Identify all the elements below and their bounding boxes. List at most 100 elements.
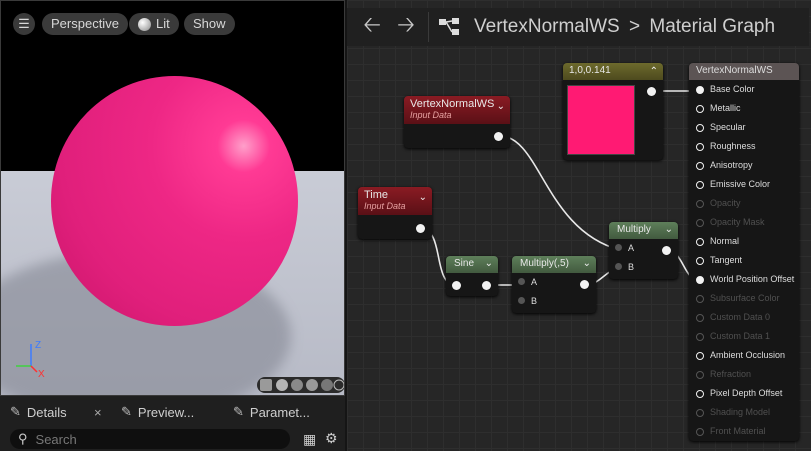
material-output-header[interactable]: VertexNormalWS [689,63,799,80]
vertex-normal-node-title: VertexNormalWS [410,98,495,110]
constant-output-pin[interactable] [647,87,656,96]
sine-node[interactable]: Sine ⌄ [446,256,498,296]
vertex-normal-node[interactable]: VertexNormalWS Input Data ⌄ [404,96,510,148]
back-button[interactable]: 🡠 [357,10,387,40]
output-pin[interactable] [696,218,704,227]
output-pin[interactable] [696,389,704,398]
output-pin-row[interactable]: Custom Data 1 [696,327,799,346]
output-pin[interactable] [696,351,704,360]
output-pin-label: Metallic [710,103,741,113]
output-pin-row[interactable]: Custom Data 0 [696,308,799,327]
output-pin-row[interactable]: Tangent [696,251,799,270]
output-pin[interactable] [696,180,704,189]
output-pin[interactable] [696,104,704,113]
constant-color-swatch [567,85,635,155]
multiply5-pin-b[interactable] [518,297,525,304]
multiply-pin-b[interactable] [615,263,622,270]
chevron-down-icon[interactable]: ⌄ [485,258,493,269]
output-pin[interactable] [696,332,704,341]
multiply-output-pin[interactable] [662,246,671,255]
constant-node[interactable]: 1,0,0.141 ⌃ [563,63,663,160]
output-pin[interactable] [696,294,704,303]
multiply-pin-b-row[interactable]: B [609,258,678,277]
material-output-title: VertexNormalWS [696,65,773,76]
output-pin-label: Pixel Depth Offset [710,388,783,398]
output-pin[interactable] [696,123,704,132]
forward-button[interactable]: 🡢 [391,10,421,40]
chevron-down-icon[interactable]: ⌄ [497,101,505,112]
output-pin-row[interactable]: Emissive Color [696,175,799,194]
chevron-down-icon[interactable]: ⌄ [665,224,673,235]
chevron-down-icon[interactable]: ⌄ [419,192,427,203]
output-pin-label: Opacity [710,198,741,208]
chevron-down-icon[interactable]: ⌄ [583,258,591,269]
output-pin[interactable] [696,161,704,170]
vertex-normal-output-pin[interactable] [494,132,503,141]
output-pin[interactable] [696,275,704,284]
output-pin-row[interactable]: Ambient Occlusion [696,346,799,365]
multiply5-node-header[interactable]: Multiply(,5) ⌄ [512,256,596,273]
multiply5-output-pin[interactable] [580,280,589,289]
output-pin[interactable] [696,142,704,151]
multiply-pin-a[interactable] [615,244,622,251]
multiply5-pin-b-row[interactable]: B [512,292,596,311]
multiply5-node[interactable]: Multiply(,5) ⌄ A B [512,256,596,313]
output-pin-row[interactable]: World Position Offset [696,270,799,289]
material-output-pins: Base Color Metallic Specular Roughness Aniso… [689,80,799,441]
output-pin-row[interactable]: Front Material [696,422,799,441]
output-pin-label: Custom Data 1 [710,331,771,341]
output-pin-row[interactable]: Normal [696,232,799,251]
sine-output-pin[interactable] [482,281,491,290]
output-pin-label: Specular [710,122,746,132]
output-pin-row[interactable]: Shading Model [696,403,799,422]
output-pin[interactable] [696,237,704,246]
arrow-left-icon: 🡠 [363,12,381,37]
output-pin-row[interactable]: Pixel Depth Offset [696,384,799,403]
output-pin-label: World Position Offset [710,274,795,284]
vertex-normal-node-header[interactable]: VertexNormalWS Input Data ⌄ [404,96,510,124]
multiply5-pin-a[interactable] [518,278,525,285]
arrow-right-icon: 🡢 [397,12,415,37]
time-node[interactable]: Time Input Data ⌄ [358,187,432,239]
time-output-pin[interactable] [416,224,425,233]
output-pin-row[interactable]: Metallic [696,99,799,118]
multiply5-pin-a-label: A [531,277,538,287]
output-pin-label: Normal [710,236,740,246]
output-pin-row[interactable]: Opacity Mask [696,213,799,232]
output-pin-label: Custom Data 0 [710,312,771,322]
chevron-up-icon[interactable]: ⌃ [650,66,658,77]
output-pin-row[interactable]: Refraction [696,365,799,384]
breadcrumb-graph[interactable]: Material Graph [649,16,775,37]
output-pin-row[interactable]: Base Color [696,80,799,99]
output-pin-row[interactable]: Opacity [696,194,799,213]
time-node-title: Time [364,189,389,201]
time-node-header[interactable]: Time Input Data ⌄ [358,187,432,215]
output-pin-row[interactable]: Roughness [696,137,799,156]
output-pin[interactable] [696,370,704,379]
output-pin-row[interactable]: Specular [696,118,799,137]
output-pin[interactable] [696,256,704,265]
constant-node-header[interactable]: 1,0,0.141 ⌃ [563,63,663,80]
output-pin[interactable] [696,427,704,436]
output-pin-label: Anisotropy [710,160,753,170]
output-pin[interactable] [696,199,704,208]
output-pin[interactable] [696,313,704,322]
breadcrumb-asset[interactable]: VertexNormalWS [474,16,620,37]
multiply-pin-a-label: A [628,243,635,253]
constant-node-title: 1,0,0.141 [569,65,611,76]
material-output-node[interactable]: VertexNormalWS Base Color Metallic Specula… [689,63,799,441]
output-pin-row[interactable]: Subsurface Color [696,289,799,308]
multiply-node[interactable]: Multiply ⌄ A B [609,222,678,279]
breadcrumb-separator: > [628,16,641,37]
output-pin-label: Ambient Occlusion [710,350,786,360]
multiply-node-title: Multiply [617,224,651,235]
multiply-node-header[interactable]: Multiply ⌄ [609,222,678,239]
sine-node-header[interactable]: Sine ⌄ [446,256,498,273]
sine-input-pin[interactable] [452,281,461,290]
output-pin[interactable] [696,408,704,417]
output-pin-label: Opacity Mask [710,217,765,227]
output-pin[interactable] [696,85,704,94]
output-pin-label: Shading Model [710,407,771,417]
output-pin-row[interactable]: Anisotropy [696,156,799,175]
output-pin-label: Tangent [710,255,743,265]
